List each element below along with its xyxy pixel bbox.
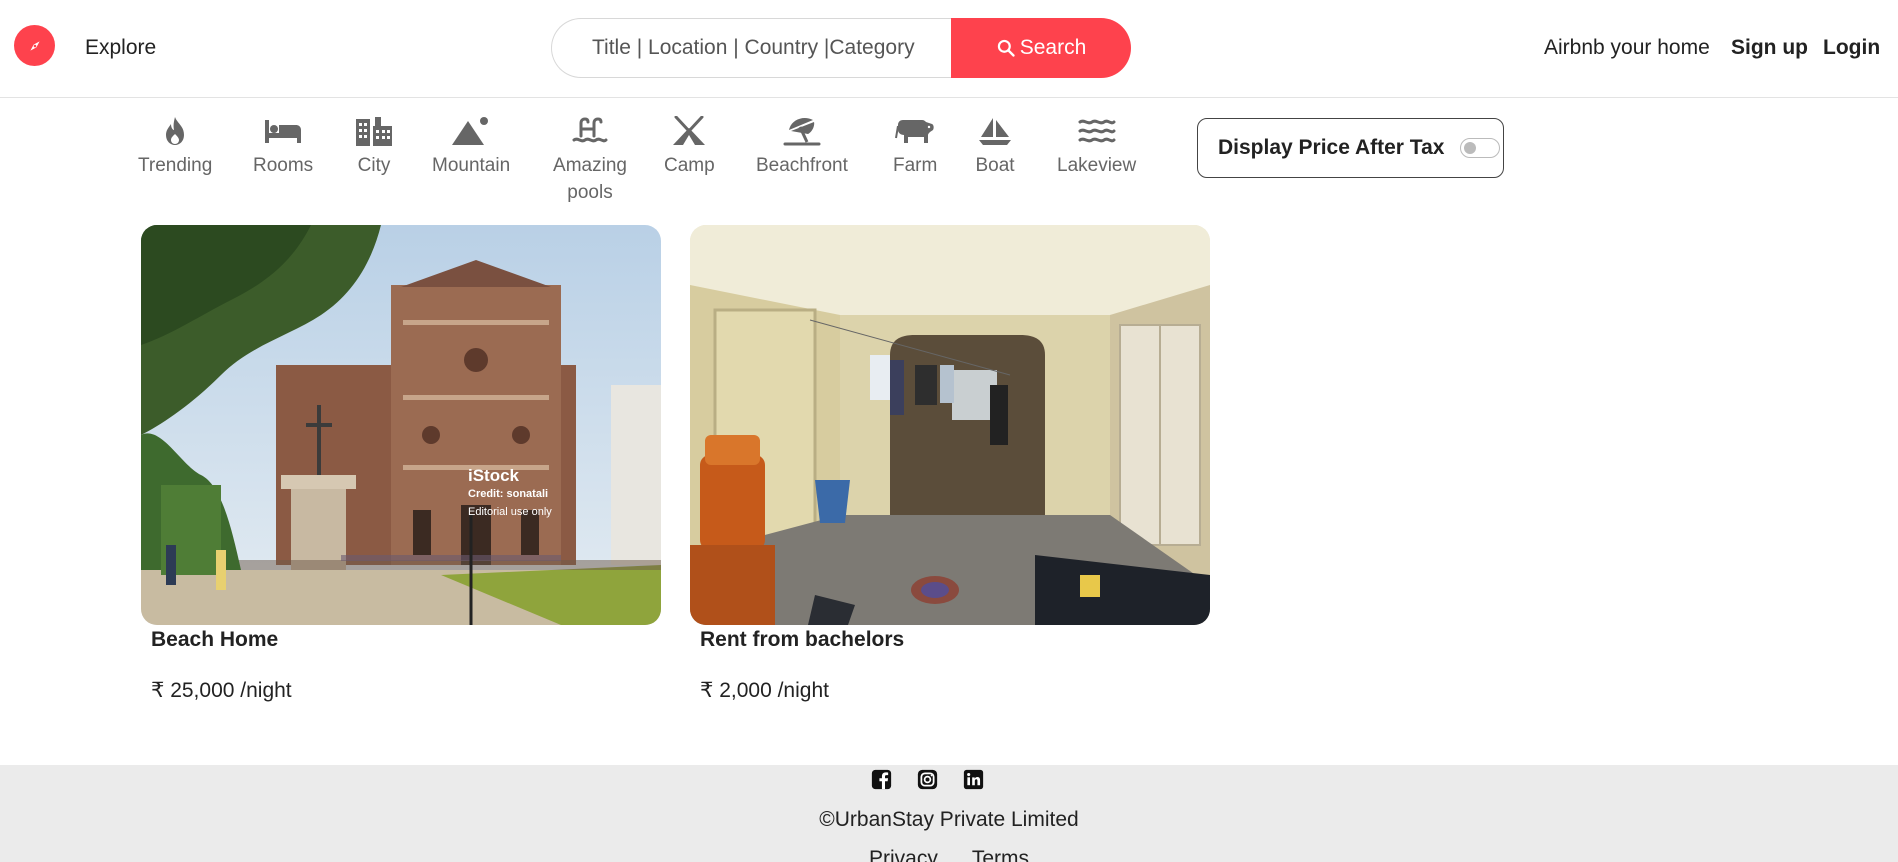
filter-label: Mountain xyxy=(432,155,511,176)
pool-icon xyxy=(570,114,610,148)
tax-switch[interactable] xyxy=(1460,138,1501,158)
terms-link[interactable]: Terms xyxy=(972,847,1029,862)
compass-logo-icon[interactable] xyxy=(14,25,55,66)
filter-label: Lakeview xyxy=(1057,155,1137,176)
svg-text:Editorial use only: Editorial use only xyxy=(468,506,552,518)
listing-image-basilica[interactable]: iStock Credit: sonatali Editorial use on… xyxy=(141,225,661,625)
search-button[interactable]: Search xyxy=(951,18,1131,78)
social-links xyxy=(869,767,985,791)
filter-camp[interactable]: Camp xyxy=(664,114,715,179)
search-icon xyxy=(997,39,1015,57)
explore-link[interactable]: Explore xyxy=(85,36,156,60)
cow-icon xyxy=(895,114,935,148)
listing-title[interactable]: Beach Home xyxy=(151,628,278,652)
switch-knob xyxy=(1464,142,1477,154)
login-link[interactable]: Login xyxy=(1823,36,1880,60)
sailboat-icon xyxy=(975,114,1015,148)
filter-trending[interactable]: Trending xyxy=(138,114,212,179)
listing-price: ₹ 25,000 /night xyxy=(151,679,292,702)
navbar-divider xyxy=(0,97,1898,98)
navbar: Explore Search Airbnb your home Sign up … xyxy=(0,0,1898,97)
footer: ©UrbanStay Private Limited Privacy Terms xyxy=(0,765,1898,862)
search-button-label: Search xyxy=(1019,36,1087,59)
city-icon xyxy=(354,114,394,148)
filter-label: Boat xyxy=(975,155,1015,176)
umbrella-beach-icon xyxy=(782,114,822,148)
listing-card[interactable]: Rent from bachelors ₹ 2,000 /night xyxy=(690,225,1210,702)
campground-icon xyxy=(669,114,709,148)
footer-links: Privacy Terms xyxy=(0,847,1898,862)
filter-beachfront[interactable]: Beachfront xyxy=(756,114,848,179)
host-home-link[interactable]: Airbnb your home xyxy=(1544,36,1710,60)
search-input[interactable] xyxy=(551,18,961,78)
facebook-icon[interactable] xyxy=(869,767,893,791)
listing-image-room[interactable] xyxy=(690,225,1210,625)
filter-mountain[interactable]: Mountain xyxy=(432,114,510,179)
signup-link[interactable]: Sign up xyxy=(1731,36,1808,60)
filter-label: Camp xyxy=(664,155,715,176)
filter-label: Rooms xyxy=(253,155,314,176)
listing-title[interactable]: Rent from bachelors xyxy=(700,628,904,652)
filter-farm[interactable]: Farm xyxy=(893,114,937,179)
copyright-text: ©UrbanStay Private Limited xyxy=(819,808,1079,831)
filter-label: Farm xyxy=(893,155,938,176)
search-bar: Search xyxy=(551,18,1131,78)
fire-icon xyxy=(155,114,195,148)
filter-lakeview[interactable]: Lakeview xyxy=(1057,114,1136,179)
bed-icon xyxy=(263,114,303,148)
filter-label: Trending xyxy=(138,155,213,176)
mountain-icon xyxy=(451,114,491,148)
filter-city[interactable]: City xyxy=(354,114,394,179)
tax-toggle[interactable]: Display Price After Tax xyxy=(1197,118,1504,178)
listing-card[interactable]: iStock Credit: sonatali Editorial use on… xyxy=(141,225,661,702)
svg-text:Credit: sonatali: Credit: sonatali xyxy=(468,488,548,500)
filter-label: Amazing pools xyxy=(553,155,627,203)
filter-label: City xyxy=(357,155,391,176)
filter-label: Beachfront xyxy=(756,155,848,176)
privacy-link[interactable]: Privacy xyxy=(869,847,938,862)
tax-toggle-label: Display Price After Tax xyxy=(1218,136,1445,159)
filter-rooms[interactable]: Rooms xyxy=(253,114,313,179)
filter-boat[interactable]: Boat xyxy=(975,114,1015,179)
water-icon xyxy=(1077,114,1117,148)
linkedin-icon[interactable] xyxy=(961,767,985,791)
instagram-icon[interactable] xyxy=(915,767,939,791)
filter-amazing-pools[interactable]: Amazing pools xyxy=(550,114,630,206)
listing-price: ₹ 2,000 /night xyxy=(700,679,829,702)
svg-text:iStock: iStock xyxy=(468,466,520,485)
